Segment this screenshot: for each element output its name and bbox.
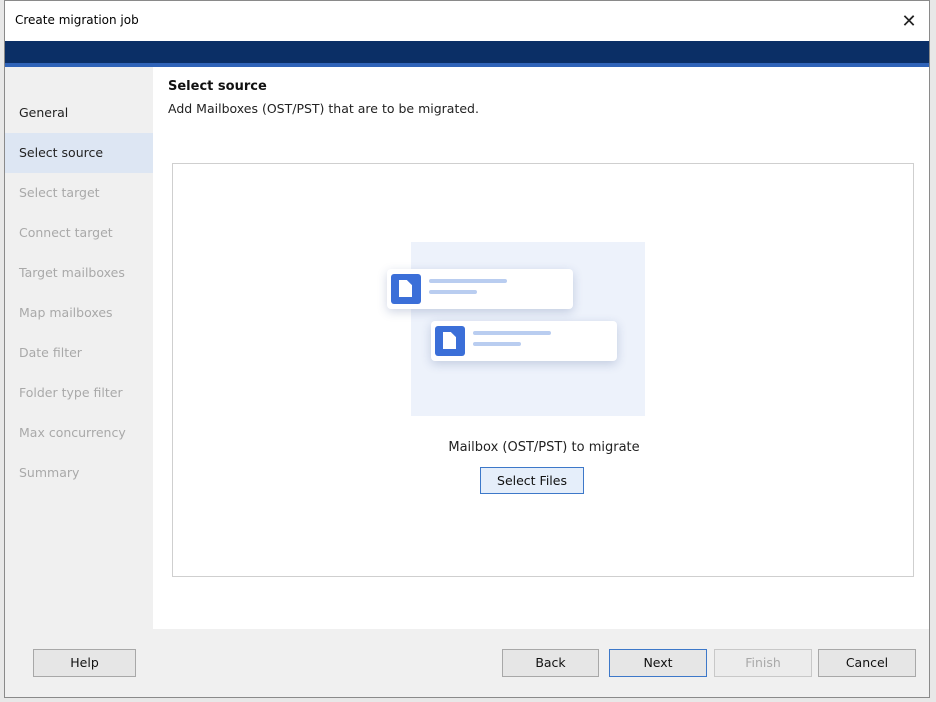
document-icon <box>435 326 465 356</box>
sidebar-item-map-mailboxes: Map mailboxes <box>19 305 113 320</box>
panel-caption: Mailbox (OST/PST) to migrate <box>448 440 640 455</box>
title-bar: Create migration job ✕ <box>5 1 929 42</box>
cancel-button[interactable]: Cancel <box>818 649 916 677</box>
sidebar-item-connect-target: Connect target <box>19 225 113 240</box>
sidebar-item-target-mailboxes: Target mailboxes <box>19 265 125 280</box>
page-description: Add Mailboxes (OST/PST) that are to be m… <box>168 101 479 116</box>
header-banner <box>5 41 929 63</box>
file-card <box>431 321 617 361</box>
document-icon <box>391 274 421 304</box>
file-card <box>387 269 573 309</box>
back-button[interactable]: Back <box>502 649 599 677</box>
help-button[interactable]: Help <box>33 649 136 677</box>
sidebar-item-summary: Summary <box>19 465 80 480</box>
mailbox-illustration <box>387 242 645 416</box>
finish-button: Finish <box>714 649 812 677</box>
window-title: Create migration job <box>15 13 139 27</box>
page-title: Select source <box>168 79 267 94</box>
source-drop-panel: Mailbox (OST/PST) to migrate Select File… <box>172 163 914 577</box>
main-content: Select source Add Mailboxes (OST/PST) th… <box>153 67 929 629</box>
sidebar-item-date-filter: Date filter <box>19 345 82 360</box>
close-icon[interactable]: ✕ <box>889 1 929 41</box>
sidebar-item-folder-type-filter: Folder type filter <box>19 385 123 400</box>
sidebar-item-max-concurrency: Max concurrency <box>19 425 126 440</box>
sidebar-item-select-source[interactable]: Select source <box>5 133 153 173</box>
select-files-button[interactable]: Select Files <box>480 467 584 494</box>
wizard-steps-sidebar: General Select source Select target Conn… <box>5 67 153 629</box>
next-button[interactable]: Next <box>609 649 707 677</box>
sidebar-item-general[interactable]: General <box>5 93 153 133</box>
dialog-window: Create migration job ✕ General Select so… <box>4 0 930 698</box>
sidebar-item-select-target: Select target <box>19 185 100 200</box>
